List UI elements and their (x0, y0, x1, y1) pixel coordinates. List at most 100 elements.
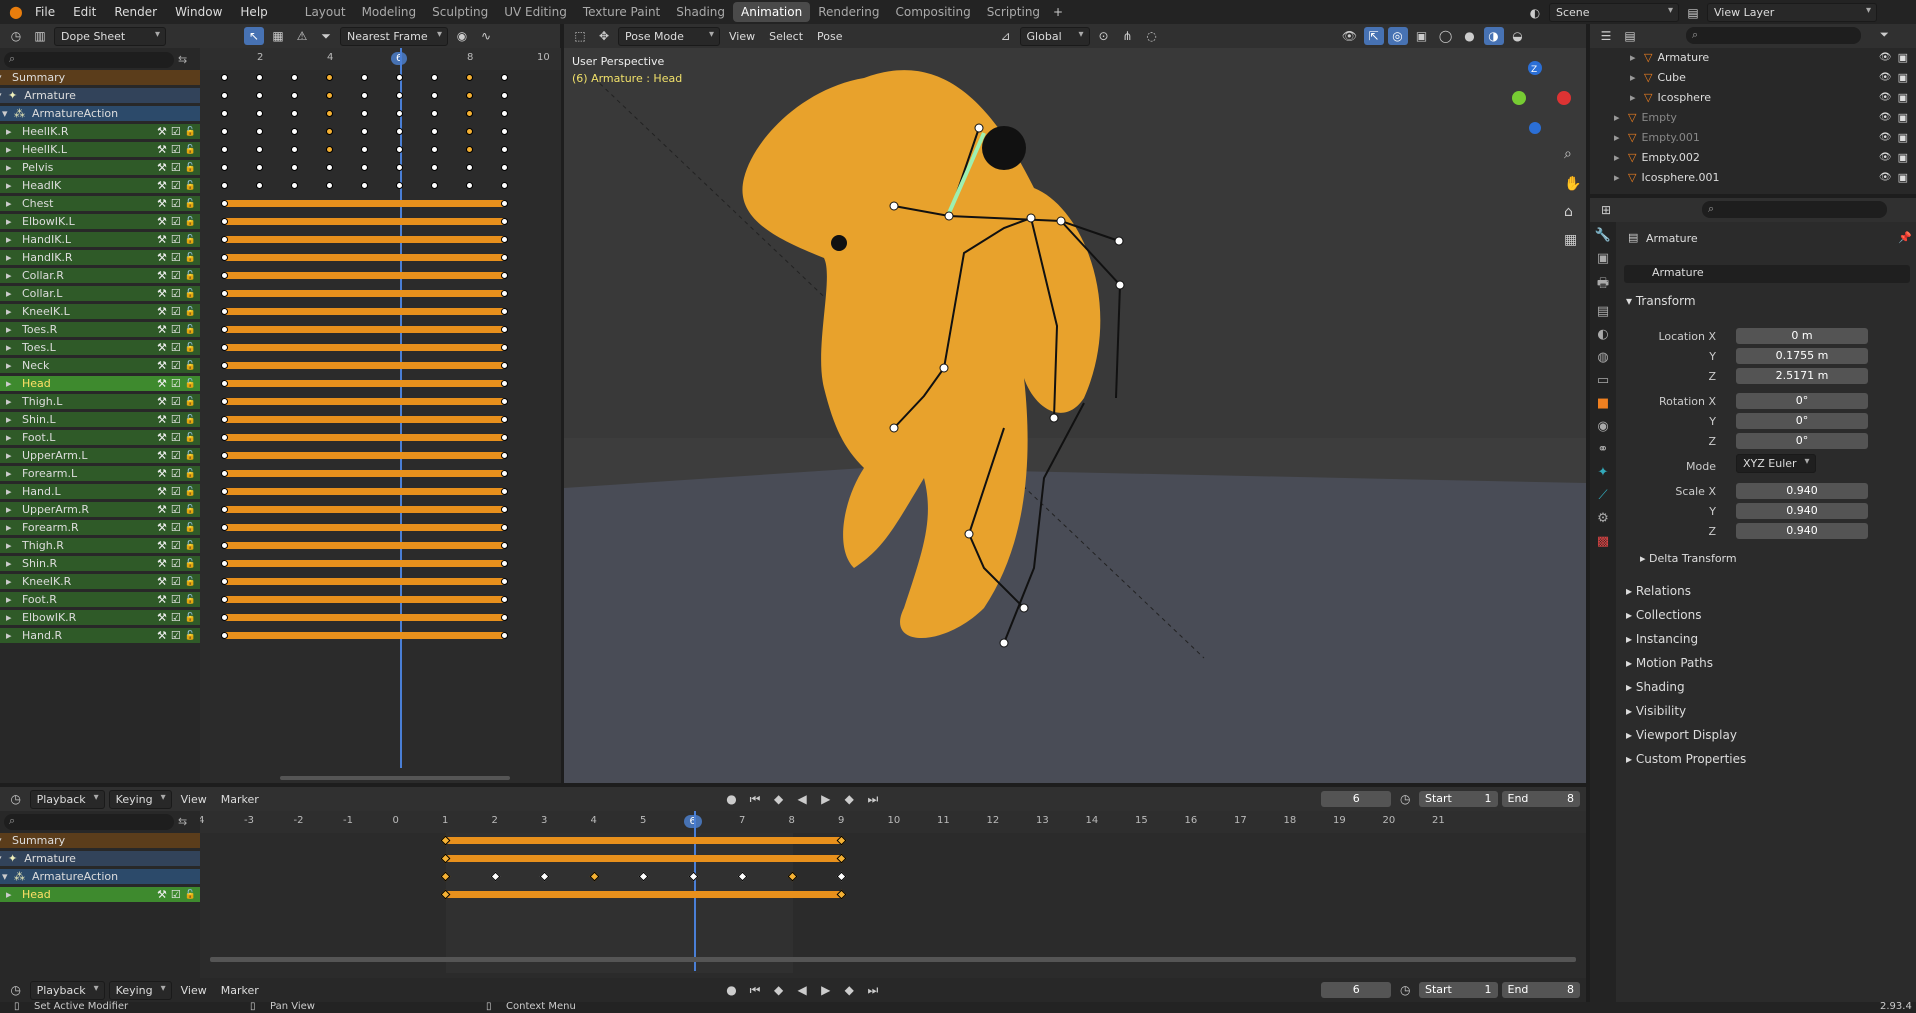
keyframe-hold-bar[interactable] (225, 524, 505, 531)
overlay-icon[interactable]: ◎ (1387, 27, 1408, 45)
jump-start-icon[interactable]: ⏮ (745, 790, 765, 808)
timeline-channel-row[interactable]: ▾✦ Armature (0, 851, 200, 866)
mute-checkbox[interactable]: ☑ (171, 467, 181, 480)
keyframe-point[interactable] (221, 524, 228, 531)
timeline-hold-bar[interactable] (446, 837, 842, 844)
keyframe-point[interactable] (221, 128, 228, 135)
keyframe-point[interactable] (396, 74, 403, 81)
render-camera-icon[interactable]: ▣ (1898, 51, 1908, 64)
expand-arrow-icon[interactable]: ▸ (6, 125, 18, 138)
next-keyframe-icon[interactable]: ◆ (840, 790, 860, 808)
keyframe-point[interactable] (291, 92, 298, 99)
timeline-menu-marker[interactable]: Marker (216, 791, 264, 808)
properties-section-toggle[interactable]: ▸ Custom Properties (1626, 752, 1746, 766)
dopesheet-channel-row[interactable]: ▸ Pelvis ⚒ ☑ 🔓 (0, 160, 200, 175)
expand-arrow-icon[interactable]: ▸ (6, 323, 18, 336)
keyframe-hold-bar[interactable] (225, 596, 505, 603)
rotation-y-field[interactable]: 0° (1736, 413, 1868, 429)
lock-icon[interactable]: 🔓 (185, 235, 196, 245)
lock-icon[interactable]: 🔓 (185, 397, 196, 407)
keyframe-point[interactable] (501, 416, 508, 423)
modifier-wrench-icon[interactable]: ⚒ (157, 521, 167, 534)
keyframe-point[interactable] (501, 614, 508, 621)
timeline-keyframe[interactable] (836, 871, 847, 882)
next-keyframe-icon-2[interactable]: ◆ (840, 981, 860, 999)
auto-key-icon[interactable]: ● (722, 790, 742, 808)
mute-checkbox[interactable]: ☑ (171, 503, 181, 516)
expand-arrow-icon[interactable]: ▸ (6, 521, 18, 534)
lock-icon[interactable]: 🔓 (185, 343, 196, 353)
expand-arrow-icon[interactable]: ▸ (6, 575, 18, 588)
location-z-field[interactable]: 2.5171 m (1736, 368, 1868, 384)
mute-checkbox[interactable]: ☑ (171, 341, 181, 354)
mute-checkbox[interactable]: ☑ (171, 395, 181, 408)
keyframe-point[interactable] (431, 92, 438, 99)
properties-section-toggle[interactable]: ▸ Instancing (1626, 632, 1698, 646)
keyframe-point[interactable] (501, 236, 508, 243)
modifier-wrench-icon[interactable]: ⚒ (157, 251, 167, 264)
keyframe-point[interactable] (431, 110, 438, 117)
modifier-wrench-icon[interactable]: ⚒ (157, 557, 167, 570)
keyframe-point[interactable] (326, 128, 333, 135)
jump-start-icon-2[interactable]: ⏮ (745, 981, 765, 999)
current-frame-field-2[interactable]: 6 (1321, 982, 1392, 998)
mute-checkbox[interactable]: ☑ (171, 143, 181, 156)
keying-menu[interactable]: Keying (108, 789, 172, 809)
modifier-wrench-icon[interactable]: ⚒ (157, 125, 167, 138)
keyframe-point[interactable] (396, 182, 403, 189)
keyframe-point[interactable] (256, 110, 263, 117)
dopesheet-channel-row[interactable]: ▸ Collar.R ⚒ ☑ 🔓 (0, 268, 200, 283)
dopesheet-channel-row[interactable]: ▸ Hand.L ⚒ ☑ 🔓 (0, 484, 200, 499)
keyframe-point[interactable] (501, 524, 508, 531)
keyframe-hold-bar[interactable] (225, 506, 505, 513)
expand-arrow-icon[interactable]: ▸ (6, 233, 18, 246)
lock-icon[interactable]: 🔓 (185, 433, 196, 443)
lock-icon[interactable]: 🔓 (185, 631, 196, 641)
modifier-wrench-icon[interactable]: ⚒ (157, 503, 167, 516)
keyframe-point[interactable] (221, 272, 228, 279)
keyframe-point[interactable] (221, 578, 228, 585)
dopesheet-channel-row[interactable]: ▸ Forearm.R ⚒ ☑ 🔓 (0, 520, 200, 535)
errors-icon[interactable]: ⚠ (292, 27, 312, 45)
expand-arrow-icon[interactable]: ▸ (6, 467, 18, 480)
keyframe-point[interactable] (466, 92, 473, 99)
outliner-expand-icon[interactable]: ▸ (1614, 171, 1628, 184)
render-camera-icon[interactable]: ▣ (1898, 71, 1908, 84)
lock-icon[interactable]: 🔓 (185, 505, 196, 515)
keyframe-point[interactable] (221, 614, 228, 621)
preview-range-icon-2[interactable]: ◷ (1395, 981, 1415, 999)
expand-arrow-icon[interactable]: ▾ (0, 71, 8, 84)
expand-arrow-icon[interactable]: ▸ (6, 413, 18, 426)
outliner-item[interactable]: ▸ ▽ Empty.002 👁 ▣ (1590, 150, 1916, 165)
keyframe-point[interactable] (501, 110, 508, 117)
expand-arrow-icon[interactable]: ▾ (2, 107, 14, 120)
mute-checkbox[interactable]: ☑ (171, 269, 181, 282)
dopesheet-channel-row[interactable]: ▸ Foot.L ⚒ ☑ 🔓 (0, 430, 200, 445)
keyframe-point[interactable] (501, 146, 508, 153)
viewport-menu-select[interactable]: Select (764, 28, 808, 45)
expand-arrow-icon[interactable]: ▸ (6, 251, 18, 264)
keyframe-point[interactable] (396, 146, 403, 153)
keyframe-point[interactable] (221, 326, 228, 333)
modifier-wrench-icon[interactable]: ⚒ (157, 377, 167, 390)
lock-icon[interactable]: 🔓 (185, 577, 196, 587)
keyframe-point[interactable] (256, 182, 263, 189)
lock-icon[interactable]: 🔓 (185, 890, 196, 900)
timeline-channel-row[interactable]: ▾ Summary (0, 833, 200, 848)
mute-checkbox[interactable]: ☑ (171, 215, 181, 228)
keyframe-point[interactable] (291, 146, 298, 153)
scale-x-field[interactable]: 0.940 (1736, 483, 1868, 499)
keyframe-hold-bar[interactable] (225, 398, 505, 405)
dopesheet-channel-row[interactable]: ▾✦ Armature (0, 88, 200, 103)
dopesheet-channel-row[interactable]: ▸ Head ⚒ ☑ 🔓 (0, 376, 200, 391)
lock-icon[interactable]: 🔓 (185, 613, 196, 623)
timeline-hold-bar[interactable] (446, 891, 842, 898)
dopesheet-channel-row[interactable]: ▸ Neck ⚒ ☑ 🔓 (0, 358, 200, 373)
modifier-wrench-icon[interactable]: ⚒ (157, 539, 167, 552)
expand-arrow-icon[interactable]: ▸ (6, 611, 18, 624)
expand-arrow-icon[interactable]: ▸ (6, 395, 18, 408)
mute-checkbox[interactable]: ☑ (171, 413, 181, 426)
transform-section-toggle[interactable]: ▾ Transform (1626, 294, 1696, 308)
viewport-menu-pose[interactable]: Pose (812, 28, 847, 45)
timeline-keyframe-area[interactable]: -5-4-3-2-1012345678910111213141516171819… (200, 811, 1586, 978)
